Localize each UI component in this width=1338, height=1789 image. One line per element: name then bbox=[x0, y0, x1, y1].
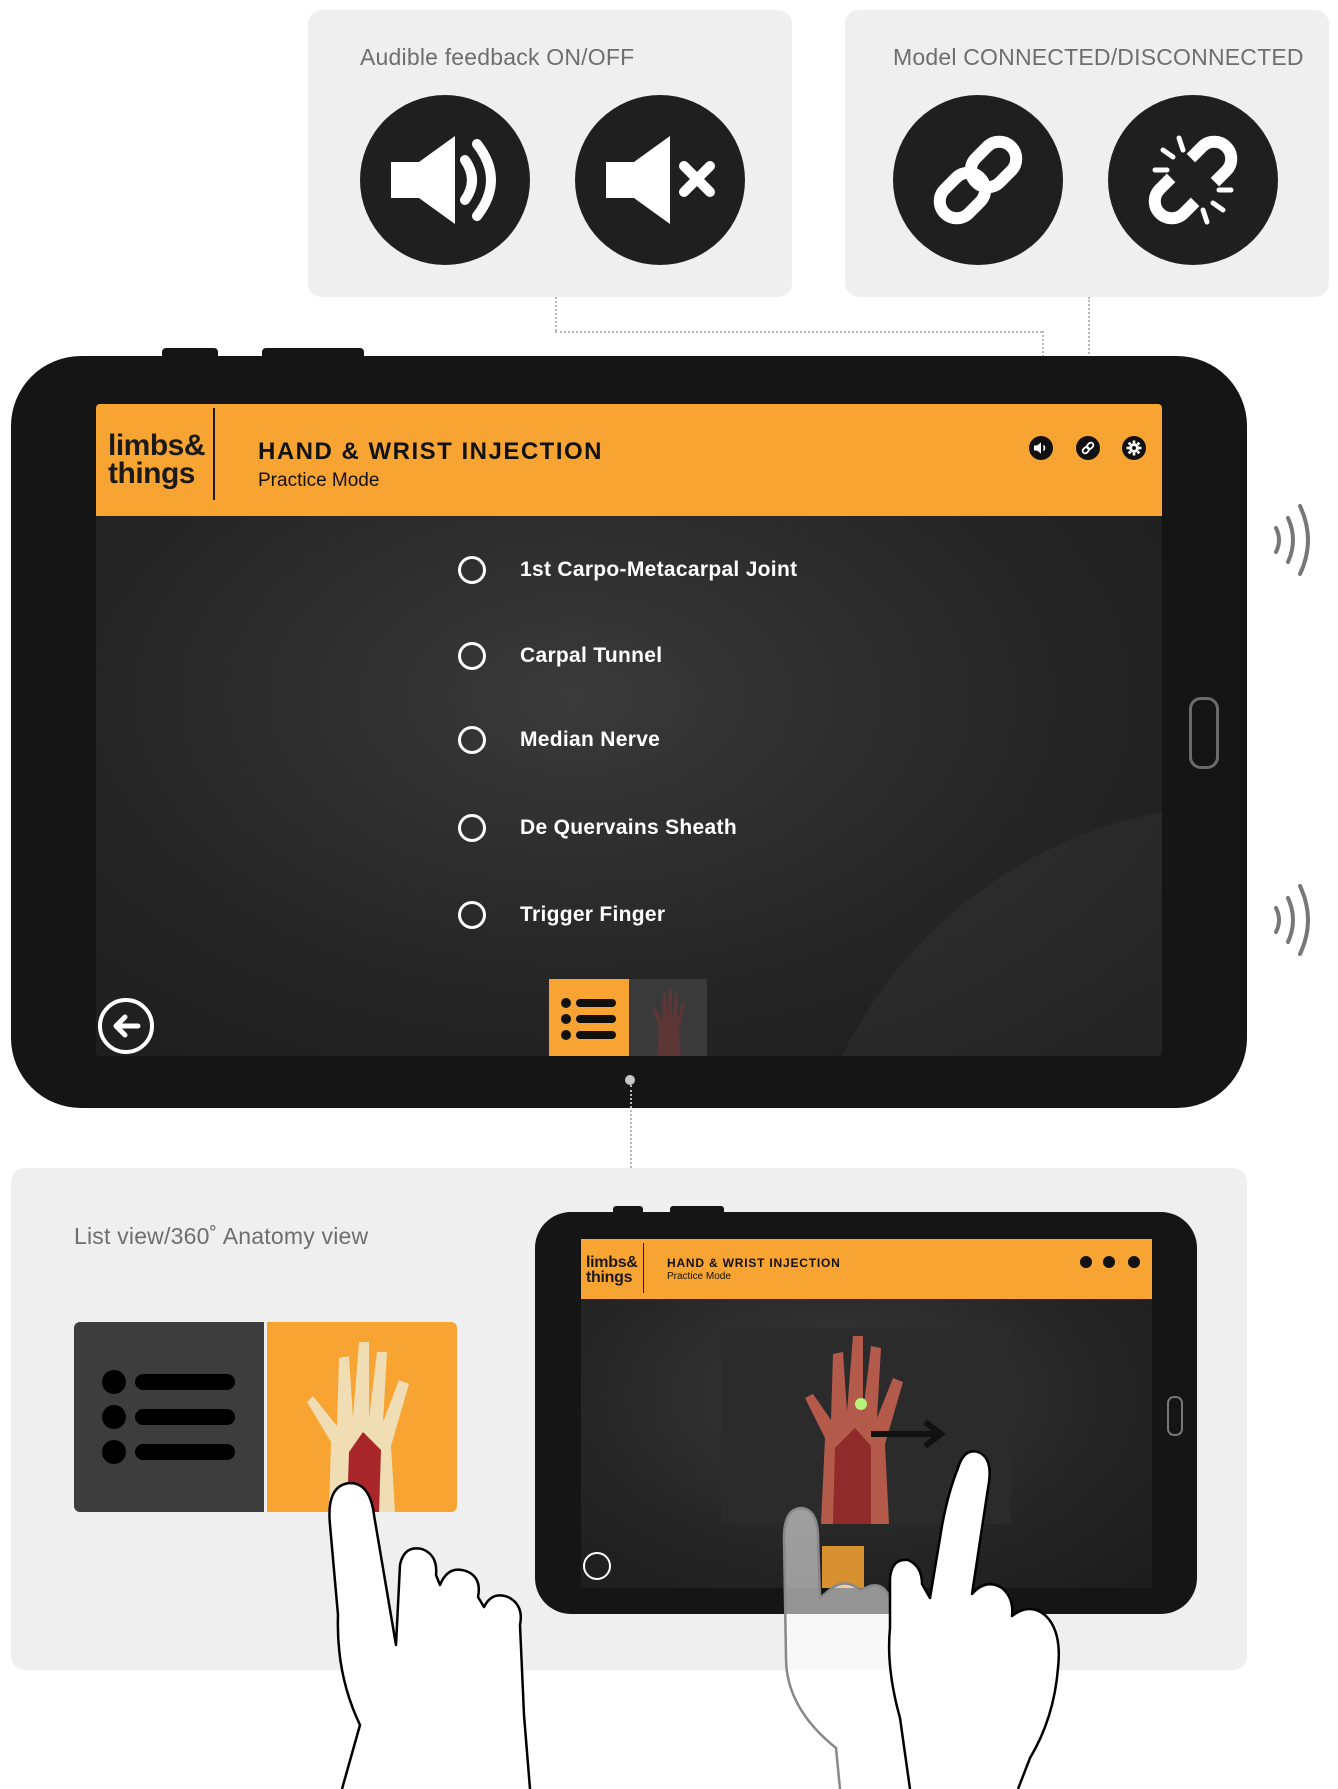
list-view-tab-large[interactable] bbox=[74, 1322, 264, 1512]
model-callout-title: Model CONNECTED/DISCONNECTED bbox=[893, 44, 1304, 70]
app-header: limbs& things HAND & WRIST INJECTION Pra… bbox=[96, 404, 1162, 516]
speaker-icon[interactable] bbox=[1029, 436, 1053, 460]
list-view-tab[interactable] bbox=[549, 979, 629, 1056]
list-item-median-nerve[interactable]: Median Nerve bbox=[458, 720, 660, 760]
back-button[interactable] bbox=[98, 998, 154, 1054]
home-button[interactable] bbox=[1189, 697, 1219, 769]
logo-line1: limbs& bbox=[108, 429, 206, 462]
mini-page-title: HAND & WRIST INJECTION bbox=[667, 1256, 841, 1270]
logo-line1: limbs& bbox=[586, 1254, 638, 1271]
mini-home-button bbox=[1167, 1396, 1183, 1436]
gear-icon[interactable] bbox=[1122, 436, 1146, 460]
connector-dot bbox=[625, 1075, 635, 1085]
radio-button[interactable] bbox=[458, 556, 486, 584]
link-icon bbox=[1103, 1256, 1115, 1268]
audio-callout-title: Audible feedback ON/OFF bbox=[360, 44, 635, 70]
list-item-trigger-finger[interactable]: Trigger Finger bbox=[458, 895, 665, 935]
list-view-icon bbox=[561, 998, 616, 1040]
list-item-label: De Quervains Sheath bbox=[520, 816, 737, 839]
hand-tap-gesture-icon bbox=[328, 1481, 532, 1789]
hand-swipe-gesture-icon bbox=[782, 1450, 1060, 1789]
radio-button[interactable] bbox=[458, 642, 486, 670]
radio-button[interactable] bbox=[458, 814, 486, 842]
screen-reflection bbox=[796, 804, 1162, 1056]
list-item-label: 1st Carpo-Metacarpal Joint bbox=[520, 558, 798, 581]
link-connected-icon bbox=[893, 95, 1063, 265]
logo-line2: things bbox=[108, 457, 196, 490]
speaker-icon bbox=[1080, 1256, 1092, 1268]
back-arrow-icon bbox=[113, 1014, 141, 1038]
audio-feedback-callout: Audible feedback ON/OFF bbox=[308, 10, 792, 297]
speaker-on-icon bbox=[360, 95, 530, 265]
list-item-label: Median Nerve bbox=[520, 728, 661, 751]
header-divider bbox=[643, 1243, 644, 1293]
tabs-connector-line bbox=[630, 1085, 632, 1168]
radio-button[interactable] bbox=[458, 901, 486, 929]
hand-anatomy-thumbnail bbox=[653, 989, 685, 1056]
list-item-de-quervains[interactable]: De Quervains Sheath bbox=[458, 808, 737, 848]
view-callout-title: List view/360˚ Anatomy view bbox=[74, 1223, 369, 1249]
logo-line2: things bbox=[586, 1269, 633, 1286]
list-item-carpal-tunnel[interactable]: Carpal Tunnel bbox=[458, 636, 662, 676]
model-connection-callout: Model CONNECTED/DISCONNECTED bbox=[845, 10, 1329, 297]
audio-connector-line bbox=[555, 331, 1042, 333]
wireless-signal-icon bbox=[1274, 504, 1310, 576]
list-view-icon bbox=[102, 1370, 235, 1464]
list-item-cmc-joint[interactable]: 1st Carpo-Metacarpal Joint bbox=[458, 550, 797, 590]
list-item-label: Trigger Finger bbox=[520, 903, 666, 926]
gear-icon bbox=[1128, 1256, 1140, 1268]
mini-logo: limbs& things bbox=[586, 1254, 638, 1286]
anatomy-view-tab[interactable] bbox=[629, 979, 707, 1056]
radio-button[interactable] bbox=[458, 726, 486, 754]
header-divider bbox=[213, 408, 215, 500]
mini-app-header: limbs& things HAND & WRIST INJECTION Pra… bbox=[581, 1239, 1152, 1299]
wireless-signal-icon bbox=[1274, 884, 1310, 956]
audio-connector-line bbox=[555, 297, 557, 331]
list-item-label: Carpal Tunnel bbox=[520, 644, 663, 667]
limbs-things-logo: limbs& things bbox=[108, 429, 206, 490]
speaker-off-icon bbox=[575, 95, 745, 265]
page-title: HAND & WRIST INJECTION bbox=[258, 438, 603, 465]
app-screen: limbs& things HAND & WRIST INJECTION Pra… bbox=[96, 404, 1162, 1056]
page-subtitle: Practice Mode bbox=[258, 470, 380, 491]
mini-page-subtitle: Practice Mode bbox=[667, 1271, 731, 1282]
link-icon[interactable] bbox=[1076, 436, 1100, 460]
link-broken-icon bbox=[1108, 95, 1278, 265]
